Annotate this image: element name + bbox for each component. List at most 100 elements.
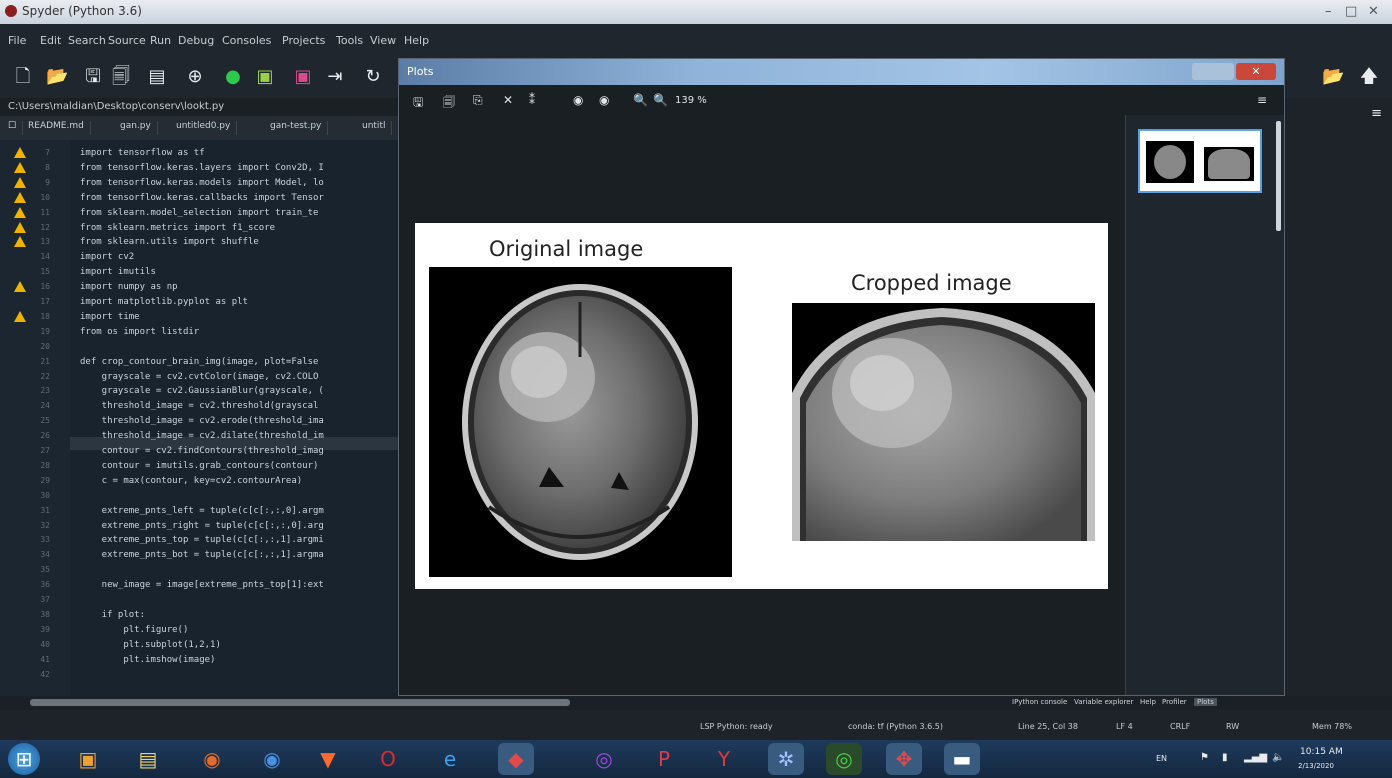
tab-ipython-console[interactable]: IPython console — [1012, 698, 1067, 706]
list-icon[interactable]: ▤ — [146, 66, 168, 88]
maximize-icon[interactable]: □ — [1345, 4, 1357, 19]
clock-date[interactable]: 2/13/2020 — [1298, 762, 1334, 770]
tab-plots[interactable]: Plots — [1194, 698, 1217, 706]
menu-run[interactable]: Run — [150, 34, 171, 47]
close-icon[interactable]: ✕ — [1368, 4, 1379, 19]
copy-plot-icon[interactable]: ⎘ — [473, 93, 483, 108]
tab-untitled[interactable]: untitl — [362, 121, 393, 135]
menu-consoles[interactable]: Consoles — [222, 34, 271, 47]
tab-gan-test[interactable]: gan-test.py — [270, 121, 329, 135]
media-player-icon[interactable]: ▣ — [70, 743, 106, 775]
thumbnail-scrollbar[interactable] — [1276, 121, 1281, 231]
menu-source[interactable]: Source — [108, 34, 146, 47]
yandex-icon[interactable]: Y — [706, 743, 742, 775]
opera-icon[interactable]: O — [370, 743, 406, 775]
brave-icon[interactable]: ▼ — [310, 743, 346, 775]
browse-folder-icon[interactable]: 📂 — [1322, 66, 1344, 88]
code-editor[interactable]: 7 8 9 10 11 12 13 14 15 16 17 18 19 20 21 22 23 24 25 26 27 2… — [0, 140, 400, 696]
warning-icon[interactable] — [14, 176, 26, 188]
app-icon[interactable]: ✥ — [886, 743, 922, 775]
code-line[interactable]: import cv2 — [80, 252, 134, 262]
up-arrow-icon[interactable]: 🡅 — [1358, 66, 1380, 88]
code-line[interactable]: import tensorflow as tf — [80, 148, 205, 158]
code-line[interactable]: threshold_image = cv2.dilate(threshold_i… — [80, 431, 324, 441]
menu-file[interactable]: File — [8, 34, 26, 47]
code-line[interactable]: from tensorflow.keras.callbacks import T… — [80, 193, 324, 203]
code-line[interactable]: from tensorflow.keras.models import Mode… — [80, 178, 324, 188]
run-icon[interactable]: ● — [222, 66, 244, 88]
pdf-icon[interactable]: P — [646, 743, 682, 775]
anaconda-icon[interactable]: ◆ — [498, 743, 534, 775]
scroll-thumb[interactable] — [30, 699, 570, 706]
zoom-out-icon[interactable]: 🔍 — [633, 93, 648, 107]
run-cell-advance-icon[interactable]: ▣ — [292, 66, 314, 88]
code-line[interactable]: grayscale = cv2.GaussianBlur(grayscale, … — [80, 386, 324, 396]
warning-icon[interactable] — [14, 310, 26, 322]
code-line[interactable]: from sklearn.utils import shuffle — [80, 237, 259, 247]
remove-plot-icon[interactable]: ✕ — [503, 93, 513, 107]
code-line[interactable]: plt.figure() — [80, 625, 188, 635]
run-selection-icon[interactable]: ⇥ — [324, 66, 346, 88]
volume-icon[interactable]: 🔈 — [1272, 752, 1284, 763]
internet-explorer-icon[interactable]: e — [432, 743, 468, 775]
code-line[interactable]: plt.subplot(1,2,1) — [80, 640, 221, 650]
menu-help[interactable]: Help — [404, 34, 429, 47]
code-line[interactable]: from sklearn.metrics import f1_score — [80, 223, 275, 233]
remove-all-plots-icon[interactable]: ⁑ — [529, 93, 535, 107]
code-line[interactable]: threshold_image = cv2.erode(threshold_im… — [80, 416, 324, 426]
chrome-icon[interactable]: ◉ — [254, 743, 290, 775]
code-line[interactable]: from tensorflow.keras.layers import Conv… — [80, 163, 324, 173]
spyder-taskbar-icon[interactable]: ✲ — [768, 743, 804, 775]
warning-icon[interactable] — [14, 161, 26, 173]
code-line[interactable]: contour = imutils.grab_contours(contour) — [80, 461, 319, 471]
file-explorer-icon[interactable]: ▤ — [130, 743, 166, 775]
warning-icon[interactable] — [14, 191, 26, 203]
warning-icon[interactable] — [14, 221, 26, 233]
window-min-max-buttons[interactable] — [1192, 63, 1234, 80]
code-line[interactable]: import matplotlib.pyplot as plt — [80, 297, 248, 307]
code-line[interactable]: extreme_pnts_left = tuple(c[c[:,:,0].arg… — [80, 506, 324, 516]
clock-time[interactable]: 10:15 AM — [1300, 747, 1343, 757]
terminal-icon[interactable]: ▬ — [944, 743, 980, 775]
code-line[interactable]: import numpy as np — [80, 282, 178, 292]
menu-search[interactable]: Search — [68, 34, 106, 47]
zoom-in-icon[interactable]: 🔍 — [653, 93, 668, 107]
code-line[interactable]: from sklearn.model_selection import trai… — [80, 208, 318, 218]
save-icon[interactable]: 🖫 — [82, 66, 104, 88]
network-icon[interactable]: ▮ — [1222, 752, 1228, 763]
firefox-icon[interactable]: ◉ — [194, 743, 230, 775]
menu-edit[interactable]: Edit — [40, 34, 61, 47]
tab-help[interactable]: Help — [1140, 698, 1156, 706]
media-icon[interactable]: ◎ — [586, 743, 622, 775]
refresh-icon[interactable]: ↻ — [362, 66, 384, 88]
globe-icon[interactable]: ⊕ — [184, 66, 206, 88]
start-button-icon[interactable]: ⊞ — [8, 743, 40, 775]
save-plot-icon[interactable]: 🖫 — [413, 93, 423, 114]
warning-icon[interactable] — [14, 281, 26, 293]
open-folder-icon[interactable]: 📂 — [46, 66, 68, 88]
menu-debug[interactable]: Debug — [178, 34, 214, 47]
code-line[interactable]: if plot: — [80, 610, 145, 620]
minimize-icon[interactable]: – — [1325, 4, 1332, 19]
signal-icon[interactable]: ▂▄▆ — [1244, 752, 1267, 763]
plots-close-button[interactable]: ✕ — [1236, 63, 1276, 80]
code-line[interactable]: def crop_contour_brain_img(image, plot=F… — [80, 357, 318, 367]
tab-variable-explorer[interactable]: Variable explorer — [1074, 698, 1133, 706]
code-line[interactable]: extreme_pnts_bot = tuple(c[c[:,:,1].argm… — [80, 550, 324, 560]
plot-thumbnail[interactable] — [1138, 129, 1262, 193]
green-app-icon[interactable]: ◎ — [826, 743, 862, 775]
warning-icon[interactable] — [14, 206, 26, 218]
flag-icon[interactable]: ⚑ — [1200, 752, 1209, 763]
code-line[interactable]: new_image = image[extreme_pnts_top[1]:ex… — [80, 580, 324, 590]
warning-icon[interactable] — [14, 236, 26, 248]
pane-options-icon[interactable]: ≡ — [1371, 106, 1382, 121]
menu-tools[interactable]: Tools — [336, 34, 363, 47]
code-line[interactable]: extreme_pnts_top = tuple(c[c[:,:,1].argm… — [80, 535, 324, 545]
menu-view[interactable]: View — [370, 34, 396, 47]
code-line[interactable]: plt.imshow(image) — [80, 655, 215, 665]
code-line[interactable]: import imutils — [80, 267, 156, 277]
previous-plot-icon[interactable]: ◉ — [573, 93, 583, 107]
tab-profiler[interactable]: Profiler — [1162, 698, 1187, 706]
browse-tabs-icon[interactable]: ☐ — [8, 121, 24, 135]
save-all-plots-icon[interactable]: 🗐 — [443, 93, 455, 114]
